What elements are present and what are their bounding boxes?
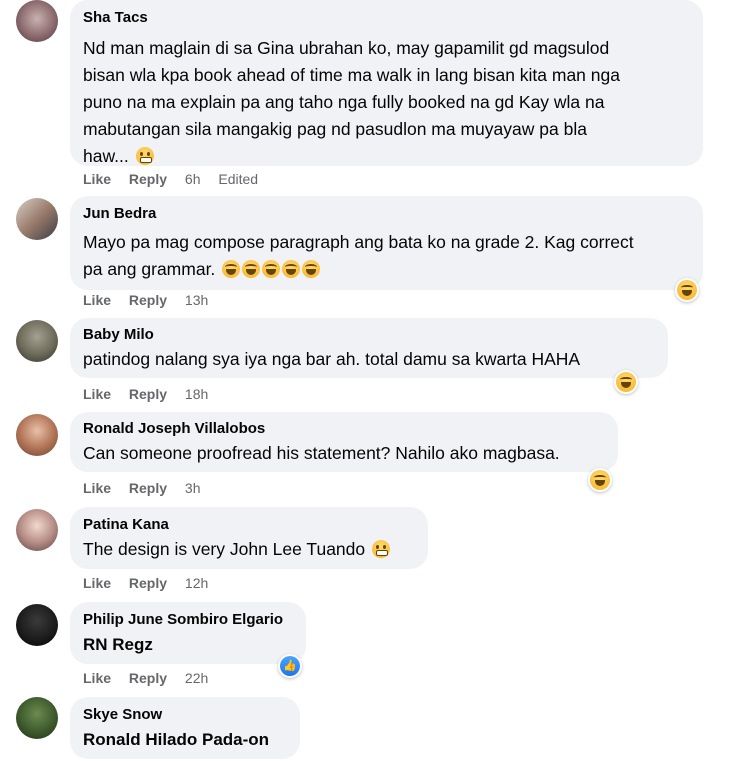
comment-bubble: Sha Tacs Nd man maglain di sa Gina ubrah…: [70, 0, 703, 166]
comment-bubble: Skye Snow Ronald Hilado Pada-on: [70, 697, 300, 759]
haha-reaction-icon[interactable]: [614, 370, 638, 394]
haha-reaction-icon[interactable]: [588, 468, 612, 492]
comment-timestamp[interactable]: 13h: [185, 292, 208, 308]
like-link[interactable]: Like: [83, 480, 111, 496]
comment-actions: Like Reply 18h: [83, 386, 222, 402]
laughing-emoji-icon: [262, 260, 281, 278]
comment-actions: Like Reply 3h: [83, 480, 215, 496]
avatar[interactable]: [16, 509, 58, 551]
grimace-emoji-icon: [135, 147, 154, 165]
comment-text: Mayo pa mag compose paragraph ang bata k…: [83, 232, 634, 279]
reply-link[interactable]: Reply: [129, 171, 167, 187]
comment-author[interactable]: Jun Bedra: [83, 205, 690, 223]
avatar[interactable]: [16, 198, 58, 240]
comment-timestamp[interactable]: 12h: [185, 575, 208, 591]
comment-author[interactable]: Ronald Joseph Villalobos: [83, 420, 605, 438]
comment-text: Can someone proofread his statement? Nah…: [83, 443, 560, 463]
comment-author[interactable]: Baby Milo: [83, 326, 655, 344]
avatar[interactable]: [16, 697, 58, 739]
comment-timestamp[interactable]: 6h: [185, 171, 201, 187]
comment-actions: Like Reply 22h: [83, 670, 222, 686]
comment-actions: Like Reply 12h: [83, 575, 222, 591]
comment-author[interactable]: Philip June Sombiro Elgario: [83, 611, 293, 629]
comment-bubble: Philip June Sombiro Elgario RN Regz: [70, 602, 306, 664]
comment-bubble: Jun Bedra Mayo pa mag compose paragraph …: [70, 196, 703, 290]
like-link[interactable]: Like: [83, 575, 111, 591]
comment-author[interactable]: Sha Tacs: [83, 9, 690, 27]
laughing-emoji-icon: [302, 260, 321, 278]
edited-label: Edited: [218, 171, 259, 187]
comment-text: Nd man maglain di sa Gina ubrahan ko, ma…: [83, 38, 620, 166]
comment-timestamp[interactable]: 18h: [185, 386, 208, 402]
comment-text: patindog nalang sya iya nga bar ah. tota…: [83, 349, 581, 369]
like-reaction-icon[interactable]: 👍: [278, 654, 302, 678]
comment-actions: Like Reply 13h: [83, 292, 222, 308]
comment-text: Ronald Hilado Pada-on: [83, 730, 270, 749]
like-link[interactable]: Like: [83, 670, 111, 686]
like-link[interactable]: Like: [83, 386, 111, 402]
like-link[interactable]: Like: [83, 171, 111, 187]
reply-link[interactable]: Reply: [129, 480, 167, 496]
comment-text: The design is very John Lee Tuando: [83, 536, 415, 563]
comment-author[interactable]: Patina Kana: [83, 516, 415, 534]
reply-link[interactable]: Reply: [129, 386, 167, 402]
comment-timestamp[interactable]: 22h: [185, 670, 208, 686]
avatar[interactable]: [16, 604, 58, 646]
avatar[interactable]: [16, 0, 58, 42]
reply-link[interactable]: Reply: [129, 292, 167, 308]
reply-link[interactable]: Reply: [129, 670, 167, 686]
comment-actions: Like Reply 6h Edited: [83, 171, 272, 187]
laughing-emoji-icon: [282, 260, 301, 278]
comment-text: RN Regz: [83, 635, 153, 654]
comment-author[interactable]: Skye Snow: [83, 706, 287, 724]
reply-link[interactable]: Reply: [129, 575, 167, 591]
haha-reaction-icon[interactable]: [675, 278, 699, 302]
avatar[interactable]: [16, 320, 58, 362]
laughing-emoji-icon: [242, 260, 261, 278]
like-link[interactable]: Like: [83, 292, 111, 308]
grimace-emoji-icon: [372, 540, 391, 558]
comment-bubble: Patina Kana The design is very John Lee …: [70, 507, 428, 569]
avatar[interactable]: [16, 414, 58, 456]
laughing-emoji-icon: [222, 260, 241, 278]
comment-timestamp[interactable]: 3h: [185, 480, 201, 496]
comment-bubble: Baby Milo patindog nalang sya iya nga ba…: [70, 318, 668, 378]
comment-bubble: Ronald Joseph Villalobos Can someone pro…: [70, 412, 618, 472]
